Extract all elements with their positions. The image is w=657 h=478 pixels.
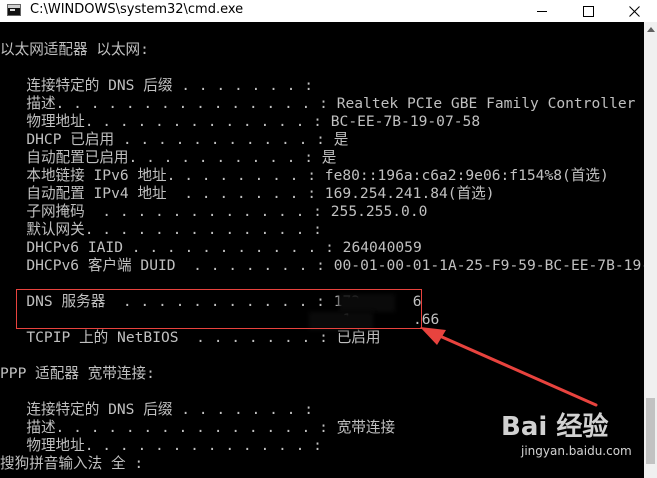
baidu-jingyan-watermark: Bai 经验 <box>501 412 609 442</box>
watermark-url: jingyan.baidu.com <box>521 444 632 458</box>
